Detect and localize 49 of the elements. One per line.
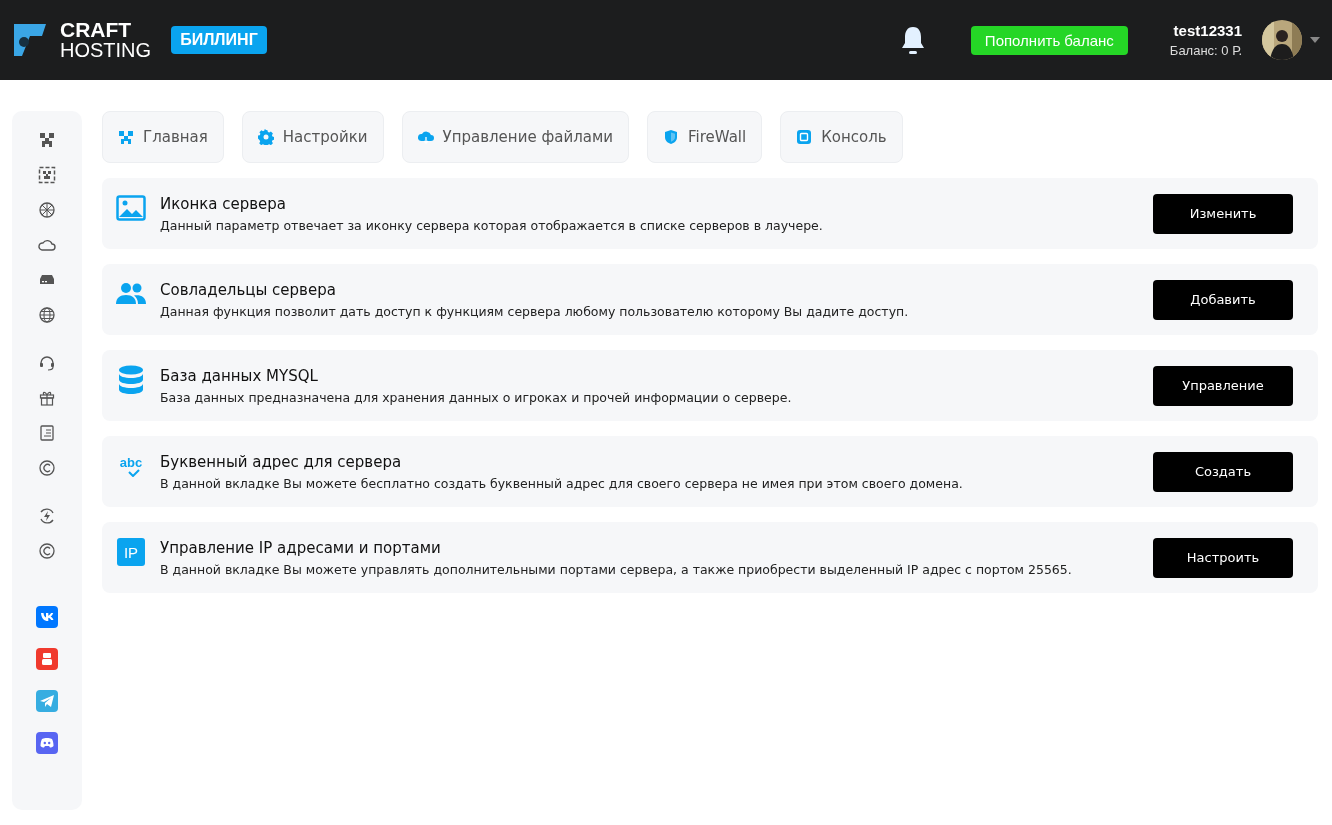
card-title: Управление IP адресами и портами <box>160 538 442 557</box>
tab[interactable]: Консоль <box>780 111 903 163</box>
creeper-icon <box>118 129 134 145</box>
card-description: В данной вкладке Вы можете управлять дополнительными портами сервера, а также приобрести выделенный IP адрес с портом 25565. <box>160 561 1073 577</box>
vk-icon[interactable] <box>36 606 58 628</box>
balance-text: Баланс: 0 Р. <box>1169 43 1242 58</box>
creeper-icon[interactable] <box>38 131 56 149</box>
gift-icon[interactable] <box>38 389 56 407</box>
document-icon[interactable] <box>38 424 56 442</box>
shield-icon <box>663 129 679 145</box>
card-title: Иконка сервера <box>160 194 288 213</box>
users-icon <box>116 282 146 306</box>
ip-icon: IP <box>117 538 145 566</box>
logo-text: CRAFT <box>60 20 133 40</box>
logo-text: HOSTING <box>60 40 152 60</box>
action-button[interactable]: Управление <box>1153 365 1293 406</box>
database-icon <box>118 365 144 395</box>
card-title: Совладельцы сервера <box>160 280 337 299</box>
tab[interactable]: Главная <box>102 111 224 163</box>
section-badge: БИЛЛИНГ <box>171 26 267 54</box>
image-icon <box>116 195 146 221</box>
card-description: В данной вкладке Вы можете бесплатно создать буквенный адрес для своего сервера не имея при этом своего домена. <box>160 475 964 491</box>
notification-bell-icon[interactable] <box>899 25 926 55</box>
card-description: База данных предназначена для хранения данных о игроках и прочей информации о сервере. <box>160 389 793 405</box>
creeper-frame-icon[interactable] <box>38 166 56 184</box>
sphere-icon[interactable] <box>38 201 56 219</box>
action-button[interactable]: Настроить <box>1153 537 1293 578</box>
action-button[interactable]: Изменить <box>1153 193 1293 234</box>
discord-icon[interactable] <box>36 732 58 754</box>
telegram-icon[interactable] <box>36 690 58 712</box>
action-button[interactable]: Добавить <box>1153 279 1293 320</box>
card-title: База данных MYSQL <box>160 366 319 385</box>
caret-icon[interactable] <box>1310 37 1320 43</box>
lightning-icon[interactable] <box>38 507 56 525</box>
copyright-icon[interactable] <box>38 459 56 477</box>
card-title: Буквенный адрес для сервера <box>160 452 403 471</box>
tab[interactable]: FireWall <box>647 111 763 163</box>
username: test12331 <box>1173 22 1242 39</box>
cloud-icon <box>417 129 434 145</box>
headset-icon[interactable] <box>38 354 56 372</box>
tab[interactable]: Настройки <box>241 111 384 163</box>
card-description: Данная функция позволит дать доступ к функциям сервера любому пользователю которому Вы дадите доступ. <box>160 303 910 319</box>
action-button[interactable]: Создать <box>1153 451 1293 492</box>
tab[interactable]: Управление файлами <box>401 111 629 163</box>
copyright-icon[interactable] <box>38 542 56 560</box>
globe-icon[interactable] <box>38 306 56 324</box>
settings-icon <box>257 129 274 145</box>
console-icon <box>796 129 813 145</box>
card-description: Данный параметр отвечает за иконку сервера которая отображается в списке серверов в лаучере. <box>160 217 824 233</box>
